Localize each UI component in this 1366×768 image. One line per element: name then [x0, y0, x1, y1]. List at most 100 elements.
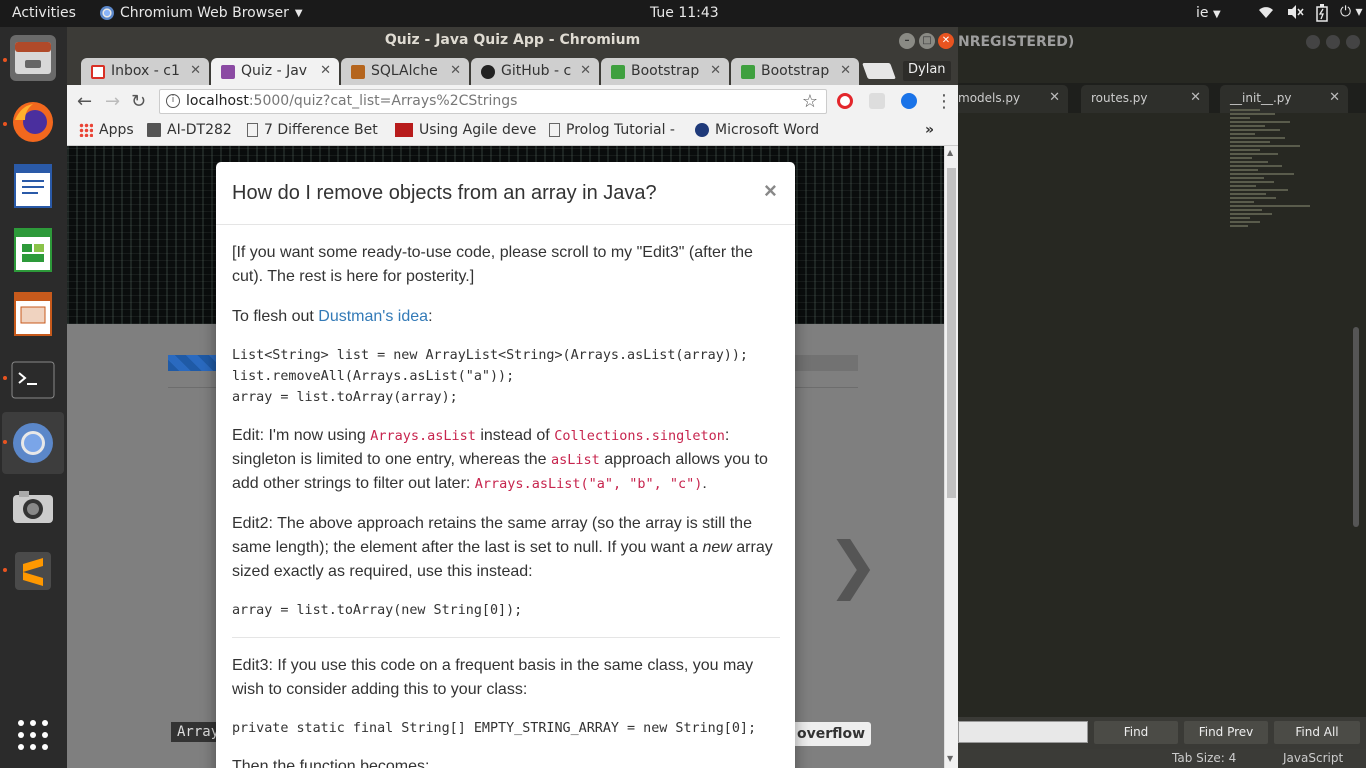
terminal-icon: [11, 361, 55, 399]
bookmark-item[interactable]: 7 Difference Bet: [247, 122, 378, 138]
gmail-icon: [91, 65, 105, 79]
minimize-button[interactable]: –: [899, 33, 915, 49]
page-scrollbar[interactable]: ▲ ▼: [944, 146, 958, 768]
scroll-down-arrow-icon[interactable]: ▼: [947, 754, 953, 763]
sublime-window-buttons: [1306, 35, 1360, 49]
find-input[interactable]: [958, 721, 1088, 743]
keyboard-layout-indicator[interactable]: ie ▼: [1196, 5, 1221, 21]
camera-launcher[interactable]: [10, 484, 56, 530]
close-icon[interactable]: ✕: [1329, 90, 1340, 105]
maximize-button[interactable]: □: [919, 33, 935, 49]
close-tab-icon[interactable]: ✕: [450, 63, 461, 78]
writer-launcher[interactable]: [10, 163, 56, 209]
bookmark-folder[interactable]: AI-DT282: [147, 122, 232, 138]
firefox-launcher[interactable]: [10, 99, 56, 145]
opera-extension-icon[interactable]: [837, 93, 853, 109]
firefox-icon: [13, 102, 53, 142]
extension-icon[interactable]: [869, 93, 885, 109]
tab-bootstrap[interactable]: Bootstrap ✕: [731, 58, 859, 85]
files-launcher[interactable]: [10, 35, 56, 81]
close-button[interactable]: [1346, 35, 1360, 49]
modal-close-button[interactable]: ×: [764, 178, 777, 204]
address-bar[interactable]: i localhost:5000/quiz?cat_list=Arrays%2C…: [159, 89, 827, 114]
sublime-window: NREGISTERED) models.py ✕ routes.py ✕ __ini…: [948, 27, 1366, 768]
system-tray[interactable]: ⏻ ▾: [1258, 4, 1363, 22]
sublime-scrollbar[interactable]: [1353, 327, 1359, 527]
find-button[interactable]: Find: [1094, 721, 1178, 744]
terminal-launcher[interactable]: [10, 357, 56, 403]
tab-github[interactable]: GitHub - c ✕: [471, 58, 599, 85]
activities-button[interactable]: Activities: [12, 5, 76, 21]
minimize-button[interactable]: [1306, 35, 1320, 49]
tab-strip: Inbox - c1 ✕ Quiz - Jav ✕ SQLAlche ✕ Git…: [67, 55, 958, 85]
document-icon: [14, 164, 52, 208]
new-tab-button[interactable]: [862, 63, 896, 79]
mute-icon: [1288, 5, 1304, 19]
close-icon[interactable]: ✕: [1190, 90, 1201, 105]
crest-icon: [695, 123, 709, 137]
tab-quiz[interactable]: Quiz - Jav ✕: [211, 58, 339, 85]
sublime-tab[interactable]: models.py ✕: [948, 85, 1068, 113]
app-menu[interactable]: Chromium Web Browser ▼: [100, 5, 303, 21]
paragraph: Then the function becomes:: [232, 758, 430, 768]
paragraph: Edit: I'm now using Arrays.asList instea…: [232, 427, 768, 492]
presentation-icon: [14, 292, 52, 336]
modal-body: [If you want some ready-to-use code, ple…: [232, 241, 780, 768]
chromium-launcher[interactable]: [10, 420, 56, 466]
back-button[interactable]: ←: [77, 91, 92, 112]
syntax-indicator[interactable]: JavaScript: [1283, 751, 1343, 765]
close-icon[interactable]: ✕: [1049, 90, 1060, 105]
sublime-title: NREGISTERED): [958, 34, 1075, 50]
calc-launcher[interactable]: [10, 227, 56, 273]
close-tab-icon[interactable]: ✕: [190, 63, 201, 78]
info-icon[interactable]: i: [166, 94, 180, 108]
extension-icon[interactable]: [901, 93, 917, 109]
close-tab-icon[interactable]: ✕: [840, 63, 851, 78]
caret-down-icon: ▼: [294, 7, 303, 19]
maximize-button[interactable]: [1326, 35, 1340, 49]
sublime-tab[interactable]: routes.py ✕: [1081, 85, 1209, 113]
window-titlebar: Quiz - Java Quiz App - Chromium – □ ✕: [67, 27, 958, 55]
scroll-up-arrow-icon[interactable]: ▲: [947, 148, 953, 157]
reload-button[interactable]: ↻: [131, 91, 146, 112]
tab-size-indicator[interactable]: Tab Size: 4: [1172, 751, 1236, 765]
bookmark-apps[interactable]: Apps: [79, 122, 134, 138]
close-tab-icon[interactable]: ✕: [710, 63, 721, 78]
running-indicator: [3, 568, 7, 572]
bookmark-item[interactable]: Microsoft Word: [695, 122, 819, 138]
folder-icon: [147, 123, 161, 137]
forward-button[interactable]: →: [105, 91, 120, 112]
close-tab-icon[interactable]: ✕: [320, 63, 331, 78]
profile-button[interactable]: Dylan: [903, 61, 951, 81]
bookmark-item[interactable]: Using Agile deve: [395, 122, 536, 138]
tab-inbox[interactable]: Inbox - c1 ✕: [81, 58, 209, 85]
chromium-window: Quiz - Java Quiz App - Chromium – □ ✕ In…: [67, 27, 958, 768]
code-block: List<String> list = new ArrayList<String…: [232, 348, 748, 405]
stackoverflow-link[interactable]: overflow: [791, 722, 872, 746]
minimap[interactable]: [1230, 107, 1340, 367]
chromium-icon: [13, 423, 53, 463]
sublime-text-launcher[interactable]: [10, 548, 56, 594]
spreadsheet-icon: [14, 228, 52, 272]
scrollbar-thumb[interactable]: [947, 168, 956, 498]
inline-code: asList: [550, 452, 600, 468]
bookmark-item[interactable]: Prolog Tutorial -: [549, 122, 675, 138]
next-question-arrow-icon[interactable]: ❯: [827, 528, 879, 601]
menu-icon[interactable]: ⋮: [935, 91, 953, 112]
bookmark-star-icon[interactable]: ☆: [802, 91, 818, 112]
sqlalchemy-favicon: [351, 65, 365, 79]
bookmarks-overflow-button[interactable]: »: [925, 122, 934, 138]
modal-header: How do I remove objects from an array in…: [216, 162, 795, 225]
tab-bootstrap[interactable]: Bootstrap ✕: [601, 58, 729, 85]
impress-launcher[interactable]: [10, 291, 56, 337]
find-all-button[interactable]: Find All: [1274, 721, 1360, 744]
battery-icon: [1316, 4, 1328, 22]
dustman-link[interactable]: Dustman's idea: [318, 308, 428, 325]
show-applications-button[interactable]: [18, 720, 48, 750]
clock[interactable]: Tue 11:43: [650, 5, 719, 21]
find-prev-button[interactable]: Find Prev: [1184, 721, 1268, 744]
tab-sqlalchemy[interactable]: SQLAlche ✕: [341, 58, 469, 85]
close-button[interactable]: ✕: [938, 33, 954, 49]
close-tab-icon[interactable]: ✕: [580, 63, 591, 78]
code-block: array = list.toArray(new String[0]);: [232, 603, 523, 618]
